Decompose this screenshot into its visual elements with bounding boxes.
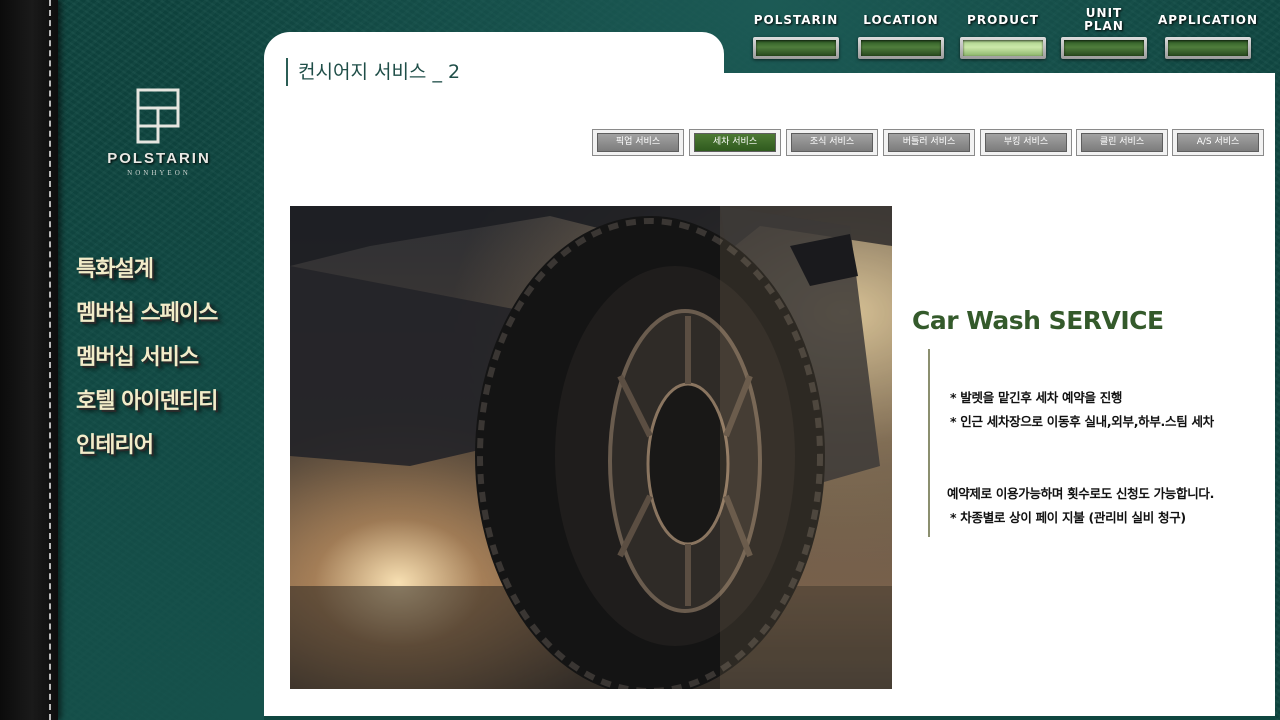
service-heading: Car Wash SERVICE: [912, 306, 1164, 335]
service-tab-clean[interactable]: 클린 서비스: [1076, 129, 1168, 156]
panel-bottom-border: [264, 716, 1275, 720]
top-nav-button-active[interactable]: [960, 37, 1046, 59]
service-tab-butler[interactable]: 버틀러 서비스: [883, 129, 975, 156]
service-tab-car-wash[interactable]: 세차 서비스: [689, 129, 781, 156]
service-line-3: 예약제로 이용가능하며 횟수로도 신청도 가능합니다.: [947, 486, 1215, 501]
left-nav: 특화설계 멤버십 스페이스 멤버십 서비스 호텔 아이덴티티 인테리어: [76, 254, 218, 474]
top-nav-location[interactable]: LOCATION: [851, 6, 951, 59]
top-nav-button[interactable]: [753, 37, 839, 59]
left-nav-item-membership-space[interactable]: 멤버십 스페이스: [76, 298, 218, 342]
top-nav-button[interactable]: [858, 37, 944, 59]
page-title: 컨시어지 서비스 _ 2: [286, 58, 460, 86]
car-wash-photo: [290, 206, 892, 689]
left-nav-item-membership-service[interactable]: 멤버십 서비스: [76, 342, 217, 386]
top-nav-application[interactable]: APPLICATION: [1158, 6, 1258, 59]
top-nav-product[interactable]: PRODUCT: [953, 6, 1053, 59]
left-nav-item-special-design[interactable]: 특화설계: [76, 254, 217, 298]
brand-logo[interactable]: POLSTARIN NONHYEON: [96, 88, 222, 177]
top-nav-label: UNIT PLAN: [1084, 6, 1124, 33]
service-tab-booking[interactable]: 부킹 서비스: [980, 129, 1072, 156]
top-nav-button[interactable]: [1165, 37, 1251, 59]
service-tab-pickup[interactable]: 픽업 서비스: [592, 129, 684, 156]
top-nav-label: APPLICATION: [1157, 12, 1259, 27]
stitch-line: [49, 0, 51, 720]
service-tab-label: 세차 서비스: [694, 133, 776, 152]
service-tab-label: 클린 서비스: [1081, 133, 1163, 152]
service-line-1: * 발렛을 맡긴후 세차 예약을 진행: [950, 390, 1123, 405]
service-tab-label: 조식 서비스: [791, 133, 873, 152]
service-tab-label: 버틀러 서비스: [888, 133, 970, 152]
top-nav-label: LOCATION: [863, 12, 939, 27]
brand-subtitle: NONHYEON: [127, 169, 191, 177]
service-tab-breakfast[interactable]: 조식 서비스: [786, 129, 878, 156]
top-nav-label: POLSTARIN: [753, 12, 839, 27]
logo-mark-icon: [136, 88, 180, 144]
tire-illustration: [290, 206, 892, 689]
left-nav-item-interior[interactable]: 인테리어: [76, 430, 217, 474]
description-divider: [928, 349, 930, 537]
service-line-2: * 인근 세차장으로 이동후 실내,외부,하부.스팀 세차: [950, 414, 1214, 429]
service-tab-as[interactable]: A/S 서비스: [1172, 129, 1264, 156]
service-tab-label: 부킹 서비스: [985, 133, 1067, 152]
left-nav-item-hotel-identity[interactable]: 호텔 아이덴티티: [76, 386, 218, 430]
service-tab-label: A/S 서비스: [1177, 133, 1259, 152]
top-nav-label: PRODUCT: [967, 12, 1039, 27]
service-line-4: * 차종별로 상이 페이 지불 (관리비 실비 청구): [950, 510, 1186, 525]
top-nav-unit-plan[interactable]: UNIT PLAN: [1054, 6, 1154, 59]
top-nav-polstarin[interactable]: POLSTARIN: [746, 6, 846, 59]
brand-name: POLSTARIN: [107, 150, 211, 167]
service-tab-label: 픽업 서비스: [597, 133, 679, 152]
top-nav-button[interactable]: [1061, 37, 1147, 59]
